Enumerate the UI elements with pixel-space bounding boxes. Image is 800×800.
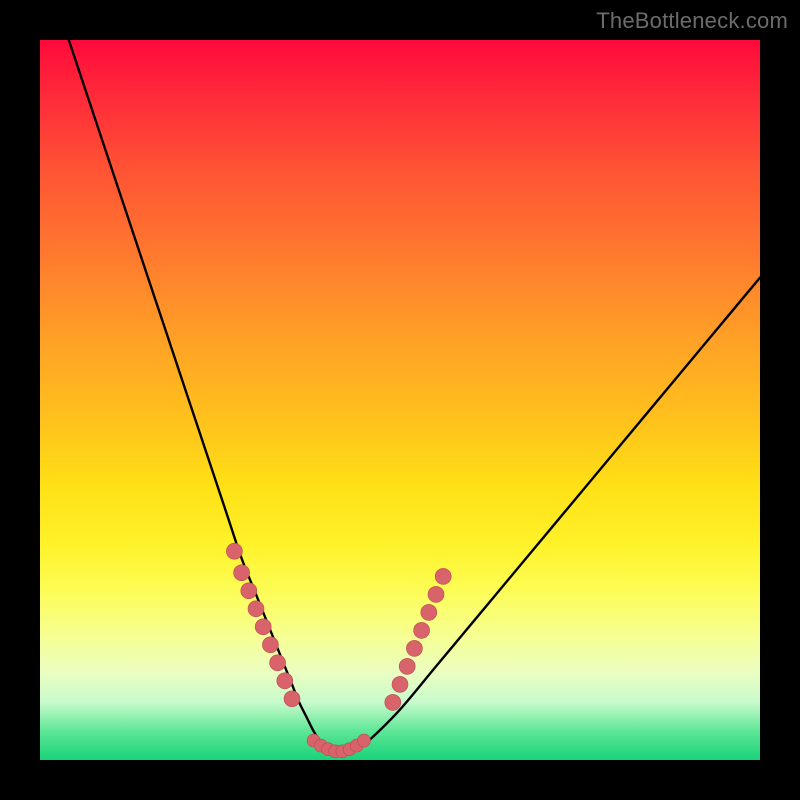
data-marker (241, 583, 257, 599)
data-marker (248, 601, 264, 617)
data-marker (270, 655, 286, 671)
marker-cluster-left (226, 543, 300, 707)
chart-frame: TheBottleneck.com (0, 0, 800, 800)
plot-area (40, 40, 760, 760)
data-marker (226, 543, 242, 559)
data-marker (277, 673, 293, 689)
data-marker (255, 619, 271, 635)
data-marker (421, 604, 437, 620)
data-marker (435, 568, 451, 584)
data-marker (284, 691, 300, 707)
data-marker (399, 658, 415, 674)
marker-cluster-bottom (307, 734, 370, 758)
data-marker (428, 586, 444, 602)
data-marker (358, 734, 371, 747)
data-marker (234, 565, 250, 581)
data-marker (392, 676, 408, 692)
attribution-text: TheBottleneck.com (596, 8, 788, 34)
data-marker (406, 640, 422, 656)
chart-svg (40, 40, 760, 760)
data-marker (385, 694, 401, 710)
data-marker (414, 622, 430, 638)
data-marker (262, 637, 278, 653)
